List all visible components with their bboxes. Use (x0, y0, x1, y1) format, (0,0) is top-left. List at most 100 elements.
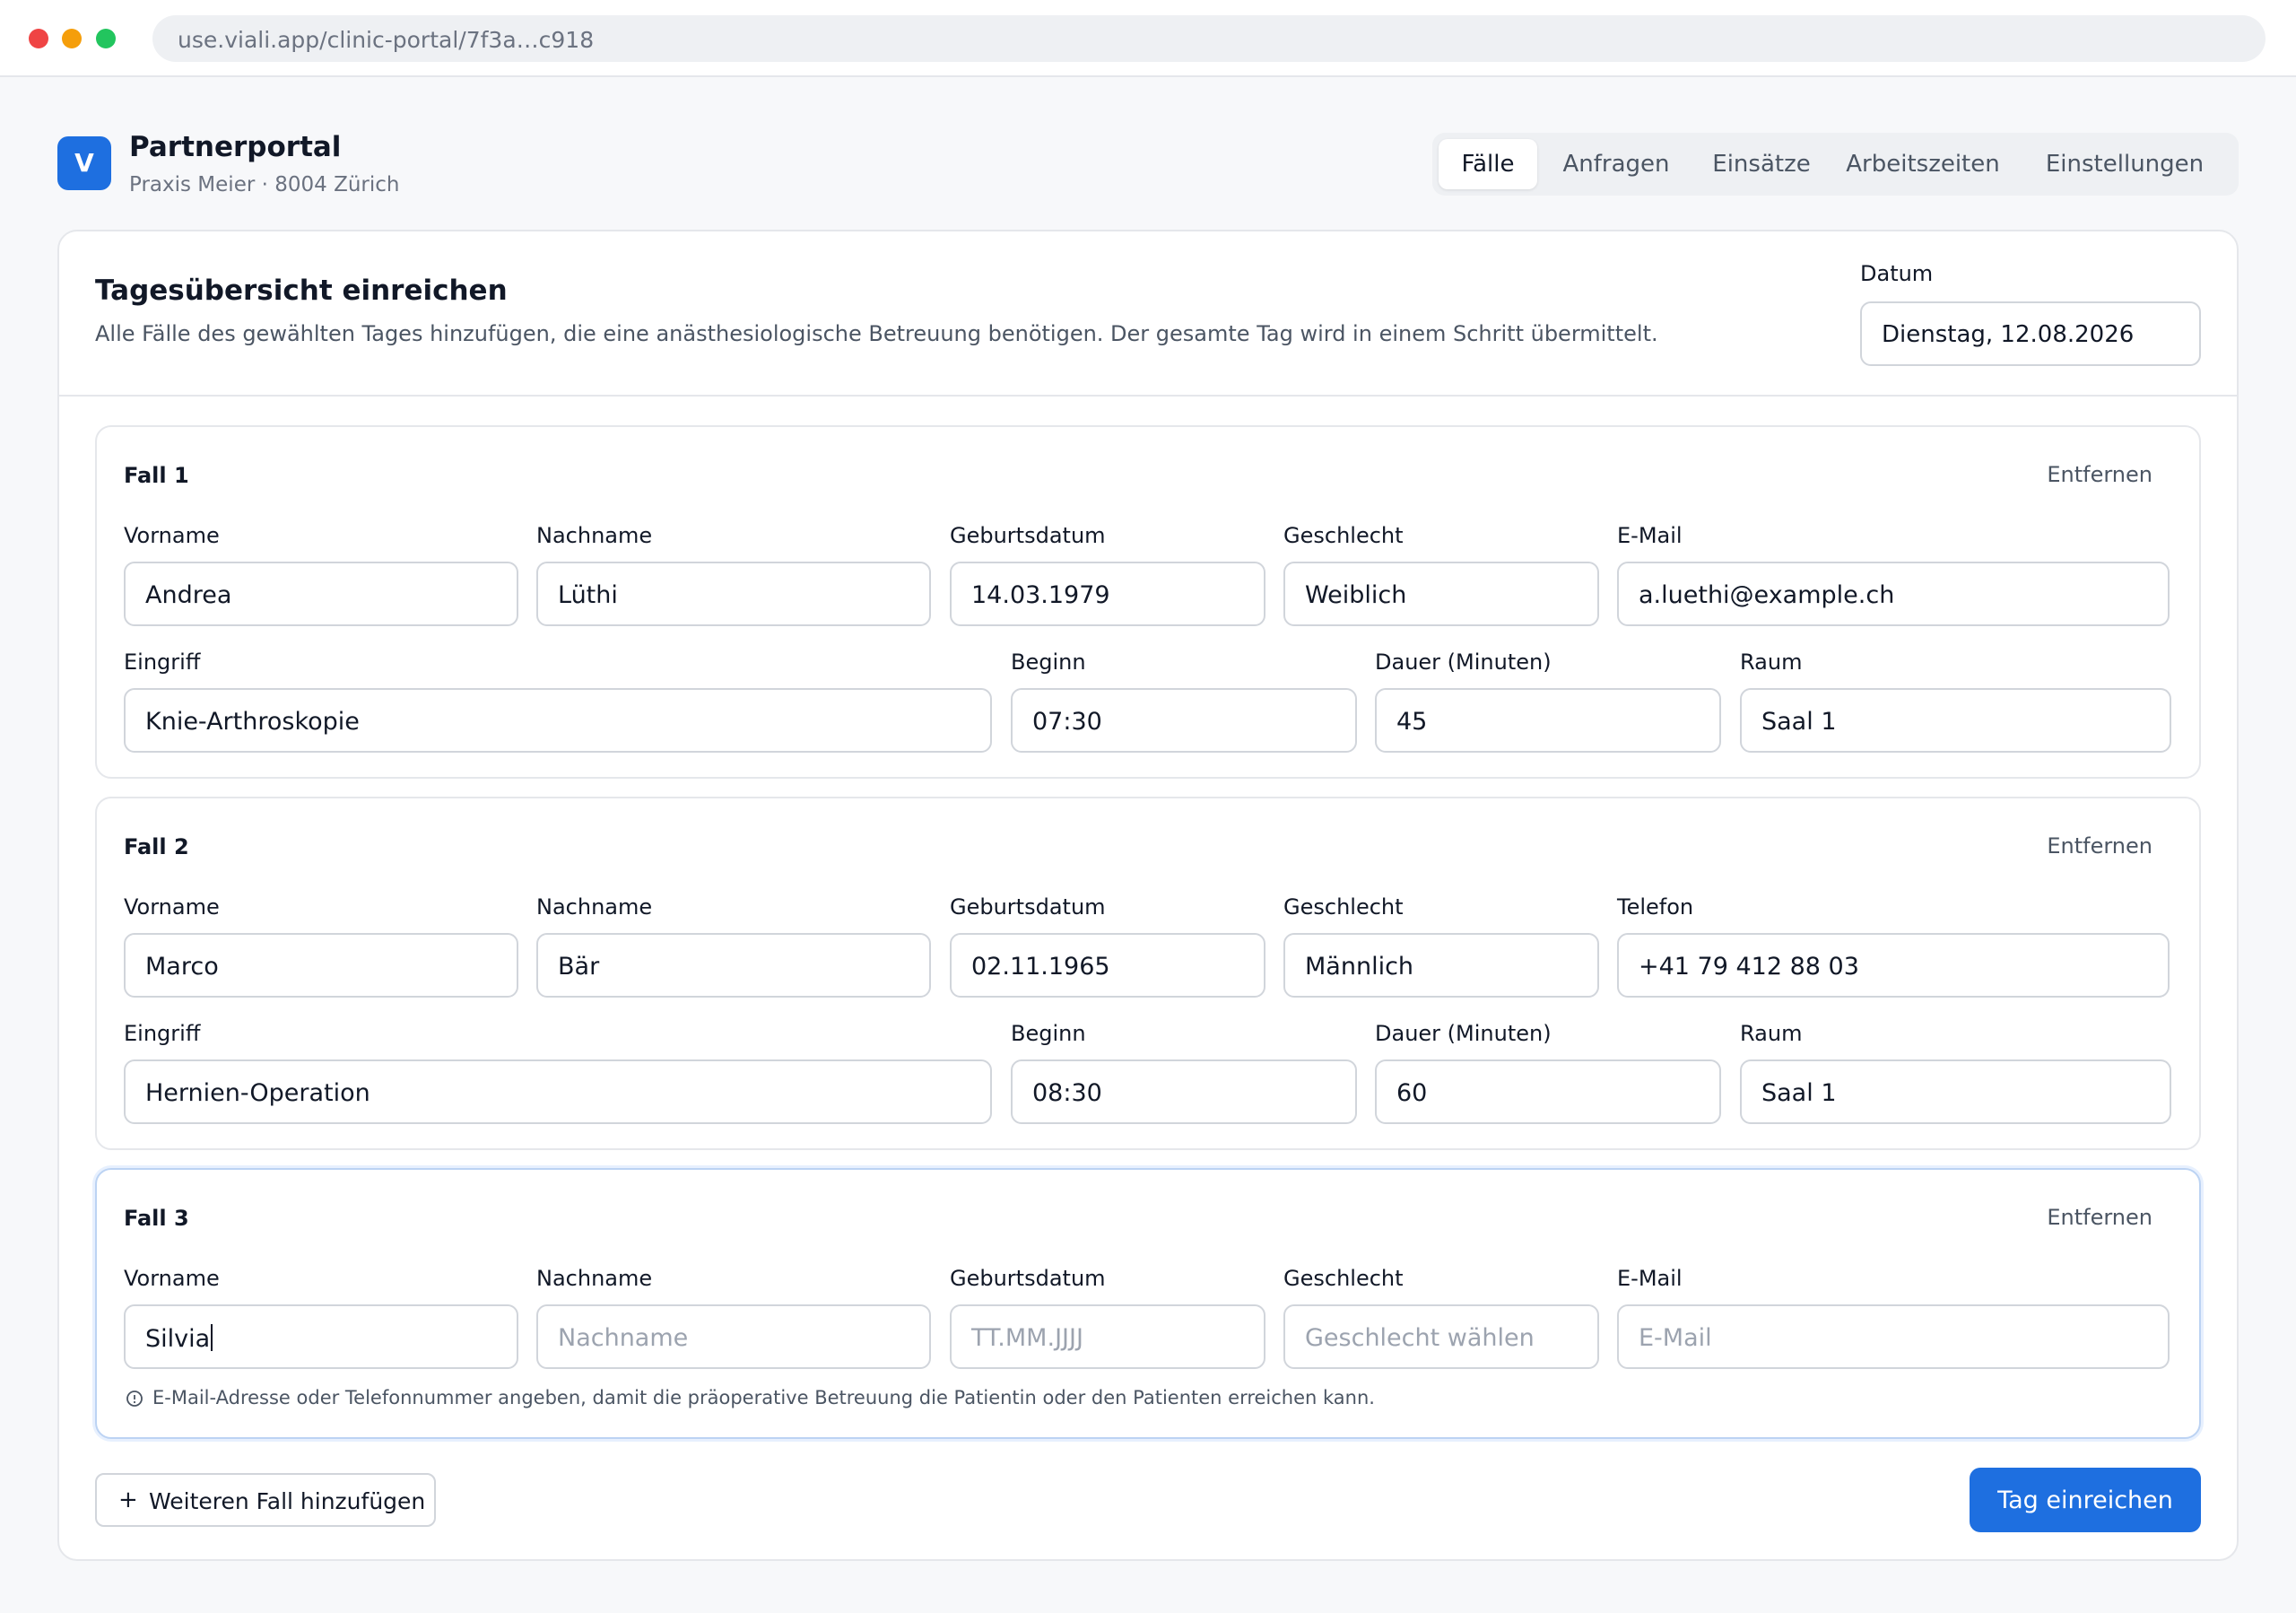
birthdate-label: Geburtsdatum (950, 1266, 1106, 1291)
url-text: use.viali.app/clinic-portal/7f3a…c918 (178, 27, 595, 53)
start-value: 08:30 (1032, 1079, 1102, 1107)
firstname-value: Andrea (145, 581, 232, 609)
gender-label: Geschlecht (1283, 1266, 1404, 1291)
app-title: Partnerportal (129, 131, 342, 163)
birthdate-input[interactable]: 14.03.1979 (950, 562, 1265, 626)
close-window-button[interactable] (29, 29, 48, 48)
lastname-input[interactable]: Nachname (536, 1304, 931, 1369)
date-value: Dienstag, 12.08.2026 (1882, 321, 2135, 348)
tab-arbeitszeiten[interactable]: Arbeitszeiten (1836, 139, 2010, 189)
maximize-window-button[interactable] (96, 29, 116, 48)
duration-label: Dauer (Minuten) (1375, 650, 1552, 675)
start-label: Beginn (1011, 1021, 1086, 1046)
lastname-input[interactable]: Bär (536, 933, 931, 998)
address-bar[interactable]: use.viali.app/clinic-portal/7f3a…c918 (152, 15, 2266, 62)
firstname-input[interactable]: Silvia (124, 1304, 518, 1369)
tab-einstellungen[interactable]: Einstellungen (2017, 139, 2232, 189)
birthdate-input[interactable]: 02.11.1965 (950, 933, 1265, 998)
procedure-label: Eingriff (124, 1021, 201, 1046)
room-value: Saal 1 (1761, 708, 1837, 736)
procedure-value: Hernien-Operation (145, 1079, 370, 1107)
room-input[interactable]: Saal 1 (1740, 1059, 2171, 1124)
firstname-value: Silvia (145, 1324, 213, 1353)
firstname-value: Marco (145, 953, 219, 981)
email-label: E-Mail (1617, 523, 1683, 548)
case-title: Fall 1 (124, 463, 189, 488)
gender-label: Geschlecht (1283, 894, 1404, 920)
birthdate-value: 14.03.1979 (971, 581, 1110, 609)
email-input[interactable]: E-Mail (1617, 1304, 2170, 1369)
app-logo: V (57, 136, 111, 190)
practice-subtitle: Praxis Meier · 8004 Zürich (129, 173, 400, 196)
duration-label: Dauer (Minuten) (1375, 1021, 1552, 1046)
case-title: Fall 3 (124, 1206, 189, 1231)
start-label: Beginn (1011, 650, 1086, 675)
procedure-label: Eingriff (124, 650, 201, 675)
tab-anfragen[interactable]: Anfragen (1544, 139, 1688, 189)
procedure-input[interactable]: Knie-Arthroskopie (124, 688, 992, 753)
form-title: Tagesübersicht einreichen (95, 275, 508, 307)
lastname-value: Lüthi (558, 581, 618, 609)
lastname-input[interactable]: Lüthi (536, 562, 931, 626)
firstname-input[interactable]: Marco (124, 933, 518, 998)
birthdate-placeholder: TT.MM.JJJJ (971, 1324, 1083, 1352)
browser-toolbar: use.viali.app/clinic-portal/7f3a…c918 (0, 0, 2296, 77)
lastname-placeholder: Nachname (558, 1324, 689, 1352)
phone-label: Telefon (1617, 894, 1694, 920)
remove-case-button[interactable]: Entfernen (2047, 1205, 2152, 1230)
remove-case-button[interactable]: Entfernen (2047, 833, 2152, 859)
duration-value: 45 (1396, 708, 1428, 736)
firstname-input[interactable]: Andrea (124, 562, 518, 626)
hint-text: E-Mail-Adresse oder Telefonnummer angebe… (152, 1387, 1375, 1408)
form-description: Alle Fälle des gewählten Tages hinzufüge… (95, 321, 1658, 346)
text-cursor (211, 1324, 213, 1351)
minimize-window-button[interactable] (62, 29, 82, 48)
firstname-label: Vorname (124, 523, 220, 548)
email-placeholder: E-Mail (1639, 1324, 1712, 1352)
add-case-button[interactable]: + Weiteren Fall hinzufügen (95, 1473, 436, 1527)
duration-input[interactable]: 60 (1375, 1059, 1721, 1124)
duration-input[interactable]: 45 (1375, 688, 1721, 753)
case-block: Fall 2 Entfernen Vorname Nachname Geburt… (95, 797, 2201, 1150)
case-block-active: Fall 3 Entfernen Vorname Nachname Geburt… (95, 1168, 2201, 1439)
lastname-label: Nachname (536, 894, 653, 920)
add-case-label: Weiteren Fall hinzufügen (149, 1488, 426, 1514)
start-time-input[interactable]: 07:30 (1011, 688, 1357, 753)
birthdate-label: Geburtsdatum (950, 894, 1106, 920)
date-input[interactable]: Dienstag, 12.08.2026 (1860, 301, 2201, 366)
birthdate-input[interactable]: TT.MM.JJJJ (950, 1304, 1265, 1369)
gender-value: Weiblich (1305, 581, 1407, 609)
birthdate-value: 02.11.1965 (971, 953, 1110, 981)
gender-select[interactable]: Männlich (1283, 933, 1599, 998)
case-title: Fall 2 (124, 834, 189, 859)
tab-faelle[interactable]: Fälle (1439, 139, 1537, 189)
submit-day-button[interactable]: Tag einreichen (1970, 1468, 2201, 1532)
gender-placeholder: Geschlecht wählen (1305, 1324, 1535, 1352)
gender-value: Männlich (1305, 953, 1414, 981)
room-value: Saal 1 (1761, 1079, 1837, 1107)
gender-select[interactable]: Weiblich (1283, 562, 1599, 626)
firstname-label: Vorname (124, 1266, 220, 1291)
procedure-value: Knie-Arthroskopie (145, 708, 360, 736)
start-value: 07:30 (1032, 708, 1102, 736)
case-block: Fall 1 Entfernen Vorname Nachname Geburt… (95, 425, 2201, 779)
email-value: a.luethi@example.ch (1639, 581, 1895, 609)
gender-label: Geschlecht (1283, 523, 1404, 548)
email-input[interactable]: a.luethi@example.ch (1617, 562, 2170, 626)
room-input[interactable]: Saal 1 (1740, 688, 2171, 753)
lastname-value: Bär (558, 953, 600, 981)
lastname-label: Nachname (536, 1266, 653, 1291)
start-time-input[interactable]: 08:30 (1011, 1059, 1357, 1124)
gender-select[interactable]: Geschlecht wählen (1283, 1304, 1599, 1369)
info-icon (126, 1391, 143, 1407)
main-nav-tabs: Fälle Anfragen Einsätze Arbeitszeiten Ei… (1432, 133, 2239, 196)
room-label: Raum (1740, 650, 1803, 675)
room-label: Raum (1740, 1021, 1803, 1046)
phone-value: +41 79 412 88 03 (1639, 953, 1859, 981)
tab-einsaetze[interactable]: Einsätze (1696, 139, 1827, 189)
plus-icon: + (118, 1487, 138, 1513)
phone-input[interactable]: +41 79 412 88 03 (1617, 933, 2170, 998)
procedure-input[interactable]: Hernien-Operation (124, 1059, 992, 1124)
remove-case-button[interactable]: Entfernen (2047, 462, 2152, 487)
submit-day-label: Tag einreichen (1997, 1487, 2173, 1514)
